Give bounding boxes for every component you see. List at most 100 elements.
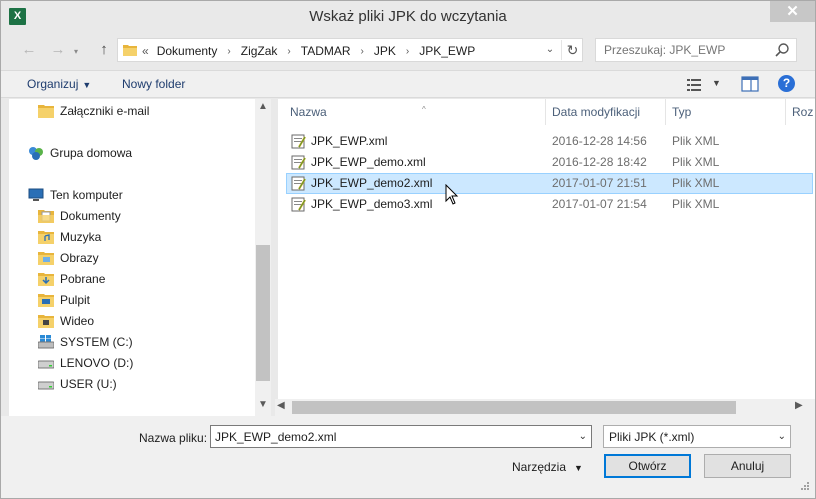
scroll-up-icon[interactable]: ▲ [255, 101, 271, 115]
xml-file-icon [291, 134, 306, 149]
refresh-button[interactable]: ↻ [561, 40, 583, 60]
file-list[interactable]: Nazwa ^ Data modyfikacji Typ Roz JPK_EWP… [278, 99, 815, 416]
column-header-date[interactable]: Data modyfikacji [552, 105, 640, 123]
sidebar-item-label: Wideo [60, 313, 95, 328]
breadcrumb-item[interactable]: Dokumenty [157, 44, 218, 58]
details-view-icon [687, 79, 701, 91]
up-arrow-icon: ↑ [100, 41, 108, 58]
resize-grip-icon[interactable] [796, 479, 810, 493]
column-header-name[interactable]: Nazwa ^ [290, 105, 545, 123]
file-row[interactable]: JPK_EWP_demo3.xml 2017-01-07 21:54 Plik … [286, 194, 813, 215]
file-name: JPK_EWP_demo3.xml [311, 197, 433, 211]
column-header-type[interactable]: Typ [672, 105, 691, 123]
downloads-folder-icon [38, 272, 54, 286]
chevron-down-icon: ⌄ [777, 431, 786, 442]
back-button[interactable]: ← [17, 39, 41, 61]
file-row[interactable]: JPK_EWP.xml 2016-12-28 14:56 Plik XML [286, 131, 813, 152]
breadcrumb-separator-icon[interactable]: › [227, 46, 230, 57]
filename-input[interactable] [211, 426, 573, 447]
column-divider[interactable] [785, 99, 786, 125]
xml-file-icon [291, 176, 306, 191]
column-divider[interactable] [665, 99, 666, 125]
breadcrumb-item[interactable]: JPK [374, 44, 396, 58]
scroll-right-icon[interactable]: ▶ [795, 400, 807, 411]
sidebar-item-documents[interactable]: Dokumenty [38, 205, 121, 226]
file-type: Plik XML [672, 155, 720, 169]
address-dropdown-button[interactable]: ⌄ [542, 41, 558, 59]
filename-combobox[interactable]: ⌄ [210, 425, 592, 448]
breadcrumb-separator-icon[interactable]: › [361, 46, 364, 57]
scrollbar-thumb[interactable] [292, 401, 736, 414]
file-date: 2017-01-07 21:54 [552, 197, 647, 211]
breadcrumb-separator-icon[interactable]: › [406, 46, 409, 57]
file-row-selected[interactable]: JPK_EWP_demo2.xml 2017-01-07 21:51 Plik … [286, 173, 813, 194]
file-type: Plik XML [672, 176, 720, 190]
sort-ascending-icon: ^ [422, 105, 426, 114]
chevron-down-icon[interactable]: ⌄ [579, 431, 587, 442]
navigation-scrollbar[interactable]: ▲ ▼ [255, 99, 271, 416]
search-box[interactable] [595, 38, 797, 62]
sidebar-item-desktop[interactable]: Pulpit [38, 289, 90, 310]
recent-locations-dropdown[interactable]: ▾ [74, 47, 78, 56]
back-arrow-icon: ← [21, 41, 37, 58]
breadcrumb-item[interactable]: JPK_EWP [419, 44, 475, 58]
navigation-pane[interactable]: Załączniki e-mail Grupa domowa Ten kompu… [9, 99, 271, 416]
scrollbar-thumb[interactable] [256, 245, 270, 381]
sidebar-item-homegroup[interactable]: Grupa domowa [28, 142, 132, 163]
cancel-button[interactable]: Anuluj [704, 454, 791, 478]
sidebar-item-label: Obrazy [60, 250, 99, 265]
scroll-down-icon[interactable]: ▼ [255, 399, 271, 413]
sidebar-item-lenovo-drive[interactable]: LENOVO (D:) [38, 352, 133, 373]
mouse-cursor-icon [445, 184, 459, 205]
new-folder-button[interactable]: Nowy folder [122, 77, 185, 91]
sidebar-item-label: LENOVO (D:) [60, 355, 134, 370]
sidebar-item-pictures[interactable]: Obrazy [38, 247, 99, 268]
sidebar-item-label: Załączniki e-mail [60, 103, 150, 118]
open-button[interactable]: Otwórz [604, 454, 691, 478]
scroll-left-icon[interactable]: ◀ [277, 400, 289, 411]
sidebar-item-label: Pobrane [60, 271, 106, 286]
file-row[interactable]: JPK_EWP_demo.xml 2016-12-28 18:42 Plik X… [286, 152, 813, 173]
breadcrumb-separator-icon[interactable]: › [287, 46, 290, 57]
up-button[interactable]: ↑ [95, 39, 113, 61]
sidebar-item-this-pc[interactable]: Ten komputer [28, 184, 123, 205]
help-icon: ? [782, 76, 791, 90]
organize-button[interactable]: Organizuj ▼ [27, 77, 91, 91]
change-view-button[interactable]: ▼ [685, 76, 725, 94]
sidebar-item-downloads[interactable]: Pobrane [38, 268, 105, 289]
column-divider[interactable] [545, 99, 546, 125]
forward-arrow-icon: → [50, 41, 66, 58]
tools-label: Narzędzia [512, 460, 567, 474]
drive-icon [38, 381, 54, 389]
breadcrumb-item[interactable]: ZigZak [241, 44, 278, 58]
search-icon[interactable] [774, 42, 790, 58]
videos-folder-icon [38, 314, 54, 328]
forward-button[interactable]: → [46, 39, 70, 61]
preview-pane-icon[interactable] [741, 75, 759, 93]
title-bar[interactable]: X Wskaż pliki JPK do wczytania ✕ [1, 1, 815, 32]
file-type-filter-select[interactable]: Pliki JPK (*.xml) ⌄ [603, 425, 791, 448]
file-name: JPK_EWP_demo2.xml [311, 176, 433, 190]
breadcrumb-item[interactable]: TADMAR [301, 44, 351, 58]
file-list-horizontal-scrollbar[interactable]: ◀ ▶ [275, 399, 815, 416]
caret-down-icon: ▼ [574, 463, 583, 473]
sidebar-item-label: Dokumenty [60, 208, 121, 223]
breadcrumb-overflow[interactable]: « [142, 44, 149, 58]
sidebar-item-email-attachments[interactable]: Załączniki e-mail [38, 100, 149, 121]
sidebar-item-music[interactable]: Muzyka [38, 226, 101, 247]
sidebar-item-label: SYSTEM (C:) [60, 334, 133, 349]
caret-down-icon: ▼ [82, 80, 92, 90]
sidebar-item-user-drive[interactable]: USER (U:) [38, 373, 117, 394]
tools-button[interactable]: Narzędzia ▼ [512, 460, 583, 474]
close-button[interactable]: ✕ [770, 1, 815, 22]
sidebar-item-videos[interactable]: Wideo [38, 310, 94, 331]
help-button[interactable]: ? [778, 75, 795, 92]
organize-label: Organizuj [27, 77, 79, 91]
column-header-size[interactable]: Roz [792, 105, 813, 123]
file-date: 2016-12-28 14:56 [552, 134, 647, 148]
search-input[interactable] [596, 39, 766, 61]
address-bar[interactable]: « Dokumenty › ZigZak › TADMAR › JPK › JP… [117, 38, 583, 62]
file-date: 2017-01-07 21:51 [552, 176, 647, 190]
sidebar-item-label: USER (U:) [60, 376, 117, 391]
sidebar-item-system-drive[interactable]: SYSTEM (C:) [38, 331, 133, 352]
